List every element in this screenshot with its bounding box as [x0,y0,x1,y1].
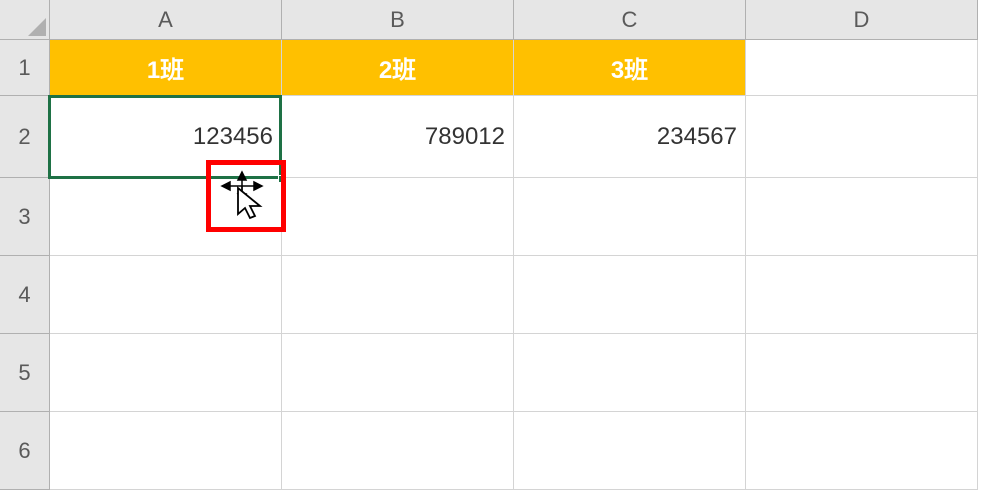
cell-c4[interactable] [514,256,746,334]
row-1: 1班 2班 3班 [50,40,978,96]
select-all-triangle-icon [28,18,46,36]
grid: 1班 2班 3班 123456 789012 234567 [50,40,978,490]
cell-d2[interactable] [746,96,978,178]
cell-a4[interactable] [50,256,282,334]
cell-a6[interactable] [50,412,282,490]
row-header-4[interactable]: 4 [0,256,50,334]
cell-a1[interactable]: 1班 [50,40,282,96]
cell-d5[interactable] [746,334,978,412]
cell-c3[interactable] [514,178,746,256]
cell-d4[interactable] [746,256,978,334]
row-header-6[interactable]: 6 [0,412,50,490]
cell-c2[interactable]: 234567 [514,96,746,178]
row-header-3[interactable]: 3 [0,178,50,256]
row-5 [50,334,978,412]
col-header-d[interactable]: D [746,0,978,40]
cell-c1[interactable]: 3班 [514,40,746,96]
cell-b2[interactable]: 789012 [282,96,514,178]
row-header-1[interactable]: 1 [0,40,50,96]
column-headers: A B C D [50,0,978,40]
row-6 [50,412,978,490]
row-header-5[interactable]: 5 [0,334,50,412]
col-header-a[interactable]: A [50,0,282,40]
row-header-2[interactable]: 2 [0,96,50,178]
row-headers: 1 2 3 4 5 6 [0,40,50,490]
row-3 [50,178,978,256]
cell-a5[interactable] [50,334,282,412]
cell-c5[interactable] [514,334,746,412]
col-header-b[interactable]: B [282,0,514,40]
cell-b6[interactable] [282,412,514,490]
row-2: 123456 789012 234567 [50,96,978,178]
cell-b3[interactable] [282,178,514,256]
cell-b1[interactable]: 2班 [282,40,514,96]
cell-b4[interactable] [282,256,514,334]
cell-d3[interactable] [746,178,978,256]
cell-d6[interactable] [746,412,978,490]
col-header-c[interactable]: C [514,0,746,40]
cell-c6[interactable] [514,412,746,490]
cell-d1[interactable] [746,40,978,96]
row-4 [50,256,978,334]
fill-handle[interactable] [278,175,286,183]
cell-a2[interactable]: 123456 [50,96,282,178]
cell-b5[interactable] [282,334,514,412]
select-all-corner[interactable] [0,0,50,40]
cell-a3[interactable] [50,178,282,256]
